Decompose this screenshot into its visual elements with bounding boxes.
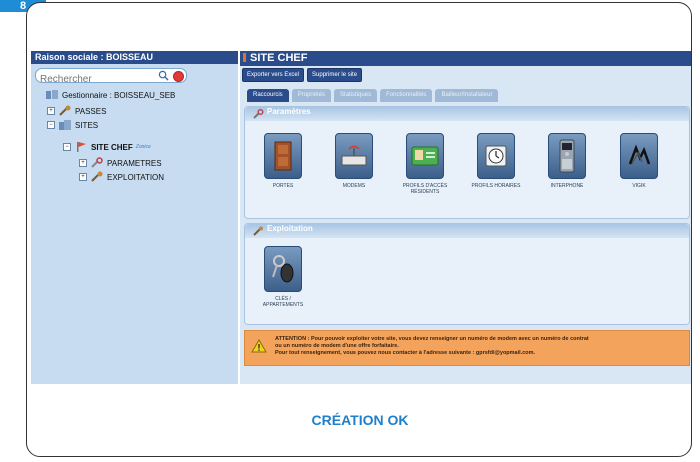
flag-icon: [243, 53, 246, 62]
tab-fonctionnalites[interactable]: Fonctionnalités: [380, 89, 433, 102]
tile-label: Interphone: [550, 183, 584, 189]
tree-label-exploitation: EXPLOITATION: [107, 172, 165, 182]
tree-label-sites: SITES: [75, 120, 99, 130]
parametres-header: Paramètres: [245, 107, 689, 121]
company-header: Raison sociale : BOISSEAU: [31, 51, 238, 64]
modem-icon: [335, 133, 373, 179]
tile-cles-appartements[interactable]: Clés / Appartements: [258, 246, 308, 308]
warning-banner: ATTENTION : Pour pouvoir exploiter votre…: [244, 330, 690, 366]
warning-contact-line: Pour tout renseignement, vous pouvez nou…: [275, 350, 536, 356]
tile-label: Clés / Appartements: [262, 296, 304, 308]
clock-icon: [477, 133, 515, 179]
tree-label-passes: PASSES: [75, 106, 107, 116]
tile-profils-horaires[interactable]: Profils horaires: [471, 133, 521, 189]
expand-icon[interactable]: +: [47, 107, 55, 115]
tab-raccourcis[interactable]: Raccourcis: [247, 89, 289, 102]
wrench-icon: [253, 109, 264, 119]
collapse-icon[interactable]: −: [63, 143, 71, 151]
intercom-icon: [548, 133, 586, 179]
tree-item-sites[interactable]: − SITES: [47, 119, 98, 131]
search-input[interactable]: [36, 73, 149, 86]
id-card-icon: [406, 133, 444, 179]
tab-bar: Raccourcis Propriétés Statistiques Fonct…: [247, 89, 499, 102]
site-title: SITE CHEF: [240, 51, 691, 66]
main-panel: SITE CHEF Exporter vers Excel Supprimer …: [240, 51, 691, 384]
tree-label-parametres: PARAMETRES: [107, 158, 162, 168]
wrench-icon: [91, 157, 103, 168]
keys-icon: [264, 246, 302, 292]
tree-item-site-chef[interactable]: − SITE CHEF Zonice: [63, 141, 151, 153]
tile-label: Profils horaires: [471, 183, 521, 189]
tab-bailleur-installateur[interactable]: Bailleur/Installateur: [435, 89, 499, 102]
screenshot-frame: Raison sociale : BOISSEAU Gestionnaire :…: [26, 2, 692, 457]
left-sidebar: Raison sociale : BOISSEAU Gestionnaire :…: [31, 51, 238, 384]
warning-line: ou un numéro de modem d'une offre forfai…: [275, 343, 399, 349]
tile-label: Modems: [342, 183, 366, 189]
toolbar: Exporter vers Excel Supprimer le site: [242, 68, 363, 82]
warning-line: ATTENTION : Pour pouvoir exploiter votre…: [275, 336, 589, 342]
expand-icon[interactable]: +: [79, 159, 87, 167]
search-box[interactable]: [35, 68, 187, 86]
flag-icon: [77, 142, 86, 152]
tree-label-manager: Gestionnaire : BOISSEAU_SEB: [62, 90, 176, 100]
vigik-icon: [620, 133, 658, 179]
tile-portes[interactable]: Portes: [258, 133, 308, 189]
collapse-icon[interactable]: −: [47, 121, 55, 129]
key-icon: [91, 171, 103, 182]
tree-label-site-chef: SITE CHEF: [91, 142, 133, 152]
manager-icon: [46, 90, 58, 99]
export-excel-button[interactable]: Exporter vers Excel: [242, 68, 305, 82]
exploitation-panel: Exploitation Clés / Appartements: [244, 223, 690, 325]
site-tag: Zonice: [135, 144, 151, 150]
tile-profils-acces[interactable]: Profils d'accès Résidents: [400, 133, 450, 195]
tree-item-passes[interactable]: + PASSES: [47, 105, 106, 117]
tree-item-parametres[interactable]: + PARAMETRES: [79, 157, 162, 169]
warning-text: ATTENTION : Pour pouvoir exploiter votre…: [275, 336, 685, 357]
tile-label: Profils d'accès Résidents: [402, 183, 448, 195]
tab-proprietes[interactable]: Propriétés: [291, 89, 332, 102]
exploitation-header: Exploitation: [245, 224, 689, 238]
key-icon: [59, 105, 71, 116]
expand-icon[interactable]: +: [79, 173, 87, 181]
tile-modems[interactable]: Modems: [329, 133, 379, 189]
building-icon: [59, 120, 71, 130]
app-window: Raison sociale : BOISSEAU Gestionnaire :…: [31, 51, 691, 384]
parametres-panel: Paramètres Portes Modems: [244, 106, 690, 219]
tile-vigik[interactable]: VIGIK: [614, 133, 664, 189]
tree-item-exploitation[interactable]: + EXPLOITATION: [79, 171, 164, 183]
key-icon: [253, 226, 263, 236]
search-icon[interactable]: [158, 70, 169, 81]
delete-site-button[interactable]: Supprimer le site: [307, 68, 363, 82]
tile-label: VIGIK: [632, 183, 646, 189]
warning-icon: [251, 339, 267, 353]
tile-label: Portes: [272, 183, 294, 189]
exploitation-title: Exploitation: [267, 224, 313, 233]
door-icon: [264, 133, 302, 179]
creation-status: CRÉATION OK: [311, 412, 409, 428]
tile-interphone[interactable]: Interphone: [542, 133, 592, 189]
tree-item-manager[interactable]: Gestionnaire : BOISSEAU_SEB: [45, 89, 175, 101]
parametres-title: Paramètres: [267, 107, 311, 116]
tab-statistiques[interactable]: Statistiques: [334, 89, 378, 102]
clear-search-icon[interactable]: [173, 71, 184, 82]
